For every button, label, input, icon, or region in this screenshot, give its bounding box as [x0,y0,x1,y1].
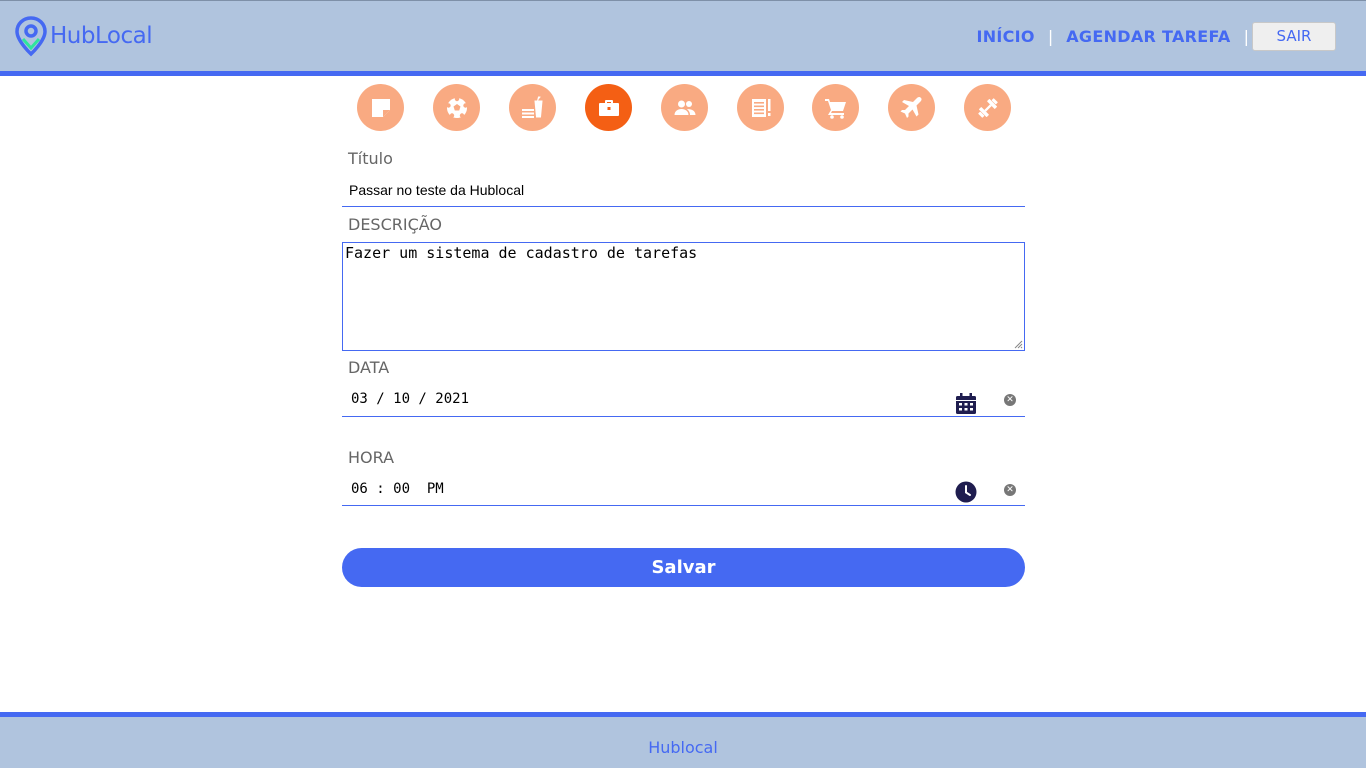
calendar-icon[interactable] [955,393,977,415]
clear-time-icon[interactable]: ✕ [1004,484,1016,496]
time-input[interactable]: 06 : 00 PM [351,481,444,497]
description-text: Fazer um sistema de cadastro de tarefas [345,244,698,262]
shopping-cart-icon [824,98,846,119]
soccer-ball-icon [445,96,468,118]
time-input-underline [342,505,1025,506]
title-input-underline [342,206,1025,207]
category-selector [357,84,1017,132]
date-input[interactable]: 03 / 10 / 2021 [351,391,469,407]
category-travel-button[interactable] [888,84,935,131]
location-pin-icon [15,16,47,57]
category-fitness-button[interactable] [964,84,1011,131]
nav-separator: | [1243,26,1249,46]
category-notes-button[interactable] [357,84,404,131]
title-label: Título [348,149,393,168]
top-nav: INÍCIO | AGENDAR TAREFA | SAIR [976,21,1366,51]
category-news-button[interactable] [737,84,784,131]
footer-text: Hublocal [648,738,718,757]
nav-schedule-task-link[interactable]: AGENDAR TAREFA [1066,27,1230,46]
nav-separator: | [1047,26,1054,46]
newspaper-icon [751,98,770,117]
description-label: DESCRIÇÃO [348,215,443,234]
hublocal-logo[interactable]: HubLocal [14,15,153,57]
airplane-icon [900,96,922,118]
footer: Hublocal [0,712,1366,768]
category-shopping-button[interactable] [812,84,859,131]
dumbbell-icon [977,97,998,118]
category-food-button[interactable] [509,84,556,131]
time-label: HORA [348,448,395,467]
save-button[interactable]: Salvar [342,548,1025,587]
header: HubLocal INÍCIO | AGENDAR TAREFA | SAIR [0,0,1366,76]
date-input-underline [342,416,1025,417]
clear-date-icon[interactable]: ✕ [1004,394,1016,406]
nav-home-link[interactable]: INÍCIO [976,27,1034,46]
category-social-button[interactable] [661,84,708,131]
category-sports-button[interactable] [433,84,480,131]
description-textarea[interactable]: Fazer um sistema de cadastro de tarefas [342,242,1025,351]
resize-handle-icon[interactable] [1013,339,1023,349]
briefcase-icon [598,99,619,116]
people-icon [674,100,695,115]
sticky-note-icon [371,98,390,117]
clock-icon[interactable] [955,481,977,503]
fastfood-icon [521,96,543,118]
category-work-button[interactable] [585,84,632,131]
logout-button[interactable]: SAIR [1252,21,1336,51]
title-input[interactable]: Passar no teste da Hublocal [349,182,524,198]
logo-text: HubLocal [50,23,153,49]
date-label: DATA [348,358,390,377]
